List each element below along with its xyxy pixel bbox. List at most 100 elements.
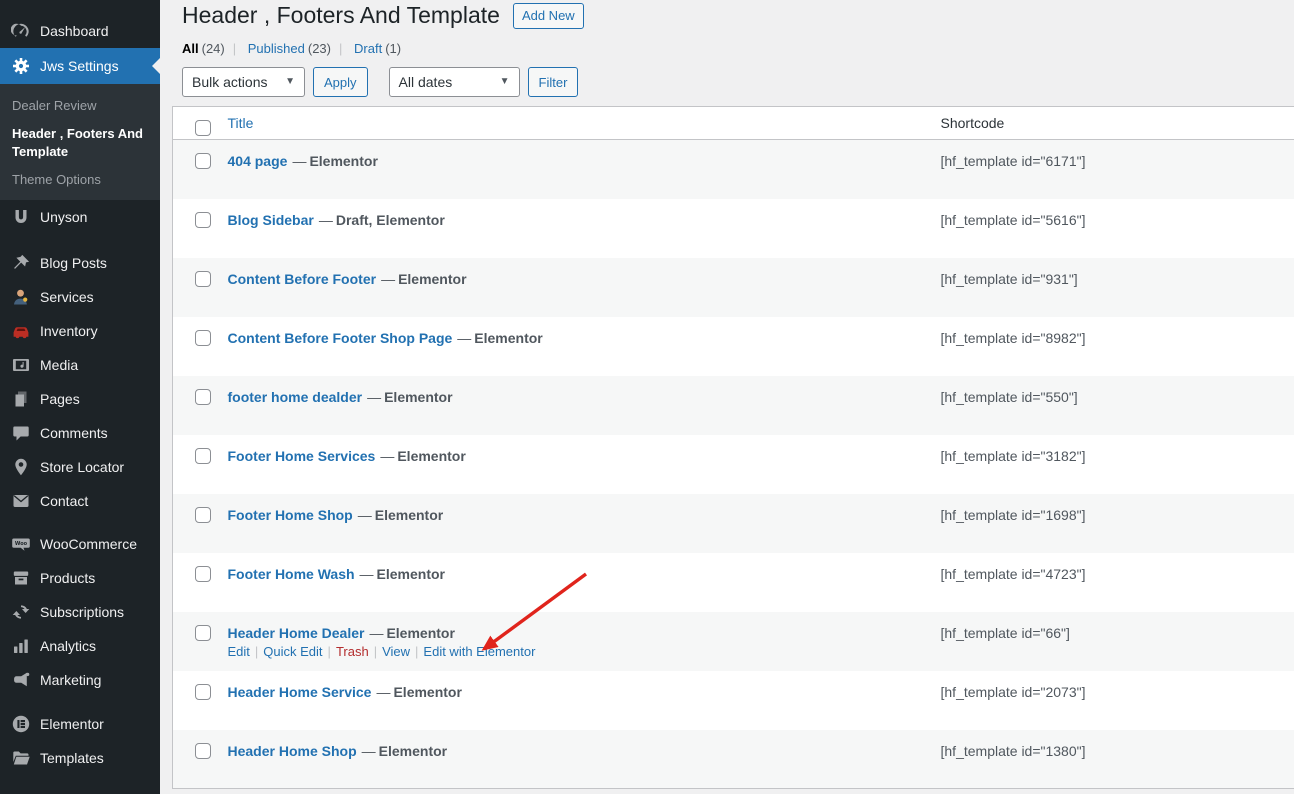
sidebar-item-inventory[interactable]: Inventory (0, 314, 160, 348)
row-checkbox[interactable] (195, 447, 211, 464)
sidebar-item-elementor[interactable]: Elementor (0, 707, 160, 741)
sidebar-item-label: Inventory (40, 322, 98, 339)
row-title-link[interactable]: Footer Home Shop (228, 507, 353, 523)
sidebar-item-services[interactable]: Services (0, 280, 160, 314)
table-row: footer home dealder—Elementor EditQuick … (172, 375, 1294, 435)
sidebar-item-label: Marketing (40, 671, 102, 688)
add-new-button[interactable]: Add New (512, 3, 584, 29)
post-state: Elementor (378, 742, 448, 759)
view-draft: Draft(1) (331, 41, 401, 56)
shortcode-value: [hf_template id="1698"] (940, 506, 1086, 523)
state-separator: — (369, 624, 384, 641)
row-checkbox[interactable] (195, 270, 211, 287)
column-header-shortcode: Shortcode (940, 106, 1294, 140)
row-title-line: Header Home Service — Elementor (228, 684, 931, 700)
filter-button[interactable]: Filter (527, 67, 579, 97)
row-title-link[interactable]: Footer Home Wash (228, 566, 355, 582)
jws-settings-submenu: Dealer Review Header , Footers And Templ… (0, 84, 160, 200)
row-title-line: Blog Sidebar — Draft, Elementor (228, 212, 931, 228)
table-row: Header Home Shop—Elementor EditQuick Edi… (172, 729, 1294, 789)
state-separator: — (318, 211, 333, 228)
sidebar-item-pages[interactable]: Pages (0, 382, 160, 416)
shortcode-value: [hf_template id="8982"] (940, 329, 1086, 346)
row-actions: Edit Quick Edit Trash View Edit with Element… (228, 644, 931, 662)
sidebar-item-blog-posts[interactable]: Blog Posts (0, 246, 160, 280)
bulk-actions-select[interactable]: Bulk actions ▼ (182, 67, 305, 97)
woocommerce-icon: Woo (11, 534, 31, 554)
media-icon (11, 355, 31, 375)
shortcode-value: [hf_template id="5616"] (940, 211, 1086, 228)
row-title-link[interactable]: Footer Home Services (228, 448, 376, 464)
sidebar-item-label: Services (40, 288, 94, 305)
sidebar-item-label: Dashboard (40, 22, 109, 39)
sidebar-item-label: Media (40, 356, 79, 373)
view-published-link[interactable]: Published (248, 41, 305, 56)
row-checkbox[interactable] (195, 565, 211, 582)
submenu-item-dealer-review[interactable]: Dealer Review (0, 92, 160, 120)
row-title-link[interactable]: Header Home Dealer (228, 625, 365, 641)
gear-icon (11, 56, 31, 76)
page-header: Header , Footers And Template Add New (182, 2, 1294, 29)
table-header-row: Title Shortcode (172, 106, 1294, 140)
action-edit-with-elementor[interactable]: Edit with Elementor (423, 644, 535, 659)
refresh-arrows-icon (11, 602, 31, 622)
row-title-link[interactable]: Blog Sidebar (228, 212, 314, 228)
row-title-link[interactable]: footer home dealder (228, 389, 363, 405)
state-separator: — (357, 506, 372, 523)
sidebar-item-products[interactable]: Products (0, 561, 160, 595)
select-all-checkbox[interactable] (195, 119, 211, 136)
dates-filter-select[interactable]: All dates ▼ (388, 67, 520, 97)
sort-by-title-link[interactable]: Title (228, 115, 254, 131)
archive-box-icon (11, 568, 31, 588)
submenu-item-header-footers-template[interactable]: Header , Footers And Template (0, 120, 160, 166)
svg-text:Woo: Woo (15, 541, 28, 547)
action-view[interactable]: View (382, 644, 410, 659)
sidebar-item-analytics[interactable]: Analytics (0, 629, 160, 663)
row-title-line: Content Before Footer Shop Page — Elemento… (228, 330, 931, 346)
chevron-down-icon: ▼ (285, 76, 295, 87)
view-draft-link[interactable]: Draft (354, 41, 382, 56)
action-trash[interactable]: Trash (336, 644, 369, 659)
row-checkbox[interactable] (195, 153, 211, 169)
sidebar-item-label: Templates (40, 749, 104, 766)
sidebar-item-woocommerce[interactable]: Woo WooCommerce (0, 527, 160, 561)
state-separator: — (381, 270, 396, 287)
row-checkbox[interactable] (195, 329, 211, 346)
sidebar-item-comments[interactable]: Comments (0, 416, 160, 450)
apply-button[interactable]: Apply (313, 67, 368, 97)
sidebar-item-jws-settings[interactable]: Jws Settings (0, 48, 160, 84)
row-title-link[interactable]: 404 page (228, 153, 288, 169)
car-icon (11, 321, 31, 341)
row-checkbox[interactable] (195, 506, 211, 523)
sidebar-item-templates[interactable]: Templates (0, 741, 160, 775)
row-checkbox[interactable] (195, 683, 211, 700)
row-checkbox[interactable] (195, 388, 211, 405)
chevron-down-icon: ▼ (499, 76, 510, 87)
templates-list-table: Title Shortcode 404 page — Elementor Edit Q… (172, 106, 1294, 789)
row-title-link[interactable]: Content Before Footer Shop Page (228, 330, 453, 346)
table-toolbar: Bulk actions ▼ Apply All dates ▼ Filter (182, 67, 1294, 97)
row-checkbox[interactable] (195, 742, 211, 759)
submenu-item-theme-options[interactable]: Theme Options (0, 166, 160, 194)
sidebar-item-media[interactable]: Media (0, 348, 160, 382)
state-separator: — (457, 329, 472, 346)
action-edit[interactable]: Edit (228, 644, 250, 659)
sidebar-item-label: Blog Posts (40, 254, 107, 271)
sidebar-item-subscriptions[interactable]: Subscriptions (0, 595, 160, 629)
sidebar-item-marketing[interactable]: Marketing (0, 663, 160, 697)
row-checkbox[interactable] (195, 624, 211, 641)
sidebar-item-store-locator[interactable]: Store Locator (0, 450, 160, 484)
sidebar-item-label: Subscriptions (40, 603, 125, 620)
post-state: Elementor (376, 565, 446, 582)
sidebar-item-dashboard[interactable]: Dashboard (0, 14, 160, 48)
row-title-link[interactable]: Header Home Service (228, 684, 372, 700)
shortcode-value: [hf_template id="3182"] (940, 447, 1086, 464)
sidebar-item-unyson[interactable]: Unyson (0, 200, 160, 234)
table-row: Content Before Footer Shop Page — Elemento… (173, 317, 1294, 376)
row-checkbox[interactable] (195, 211, 211, 228)
row-title-link[interactable]: Content Before Footer (228, 271, 377, 287)
view-all-link[interactable]: All (182, 41, 199, 56)
row-title-link[interactable]: Header Home Shop (228, 743, 357, 759)
sidebar-item-contact[interactable]: Contact (0, 484, 160, 518)
action-quick-edit[interactable]: Quick Edit (263, 644, 322, 659)
